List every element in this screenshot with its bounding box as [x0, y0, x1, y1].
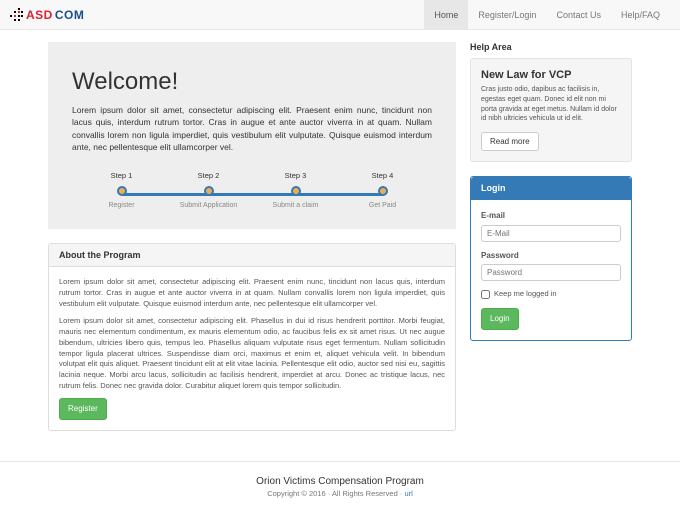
password-label: Password	[481, 250, 621, 262]
about-p1: Lorem ipsum dolor sit amet, consectetur …	[59, 277, 445, 310]
top-navbar: ASDCOM Home Register/Login Contact Us He…	[0, 0, 680, 30]
step-dot-icon	[117, 186, 127, 196]
login-heading: Login	[471, 177, 631, 200]
email-field[interactable]	[481, 225, 621, 242]
footer-url-link[interactable]: url	[404, 489, 412, 498]
nav-help-faq[interactable]: Help/FAQ	[611, 0, 670, 30]
news-title: New Law for VCP	[481, 69, 621, 81]
footer: Orion Victims Compensation Program Copyr…	[0, 461, 680, 508]
help-area-title: Help Area	[470, 42, 632, 52]
remember-checkbox[interactable]: Keep me logged in	[481, 289, 621, 300]
nav-register-login[interactable]: Register/Login	[468, 0, 546, 30]
step-2: Step 2 Submit Application	[165, 171, 252, 209]
password-field[interactable]	[481, 264, 621, 281]
step-dot-icon	[204, 186, 214, 196]
step-4: Step 4 Get Paid	[339, 171, 426, 209]
welcome-jumbotron: Welcome! Lorem ipsum dolor sit amet, con…	[48, 42, 456, 229]
about-p2: Lorem ipsum dolor sit amet, consectetur …	[59, 316, 445, 392]
news-body: Cras justo odio, dapibus ac facilisis in…	[481, 85, 621, 124]
nav-home[interactable]: Home	[424, 0, 468, 30]
step-dot-icon	[378, 186, 388, 196]
news-well: New Law for VCP Cras justo odio, dapibus…	[470, 58, 632, 162]
brand-logo[interactable]: ASDCOM	[10, 8, 84, 22]
welcome-body: Lorem ipsum dolor sit amet, consectetur …	[72, 104, 432, 153]
about-panel: About the Program Lorem ipsum dolor sit …	[48, 243, 456, 430]
steps-container: Step 1 Register Step 2 Submit Applicatio…	[78, 171, 426, 209]
about-heading: About the Program	[49, 244, 455, 267]
welcome-title: Welcome!	[72, 68, 432, 96]
footer-copyright: Copyright © 2016 · All Rights Reserved ·	[267, 489, 404, 498]
step-line	[122, 193, 383, 196]
nav-contact[interactable]: Contact Us	[546, 0, 611, 30]
step-3: Step 3 Submit a claim	[252, 171, 339, 209]
register-button[interactable]: Register	[59, 398, 107, 420]
step-dot-icon	[291, 186, 301, 196]
email-label: E-mail	[481, 210, 621, 222]
read-more-button[interactable]: Read more	[481, 132, 539, 151]
logo-dots-icon	[10, 8, 24, 22]
brand-text-1: ASD	[26, 8, 53, 22]
remember-checkbox-input[interactable]	[481, 290, 490, 299]
login-panel: Login E-mail Password Keep me logged in …	[470, 176, 632, 341]
step-1: Step 1 Register	[78, 171, 165, 209]
footer-program: Orion Victims Compensation Program	[0, 476, 680, 487]
login-button[interactable]: Login	[481, 308, 519, 330]
brand-text-2: COM	[55, 8, 85, 22]
